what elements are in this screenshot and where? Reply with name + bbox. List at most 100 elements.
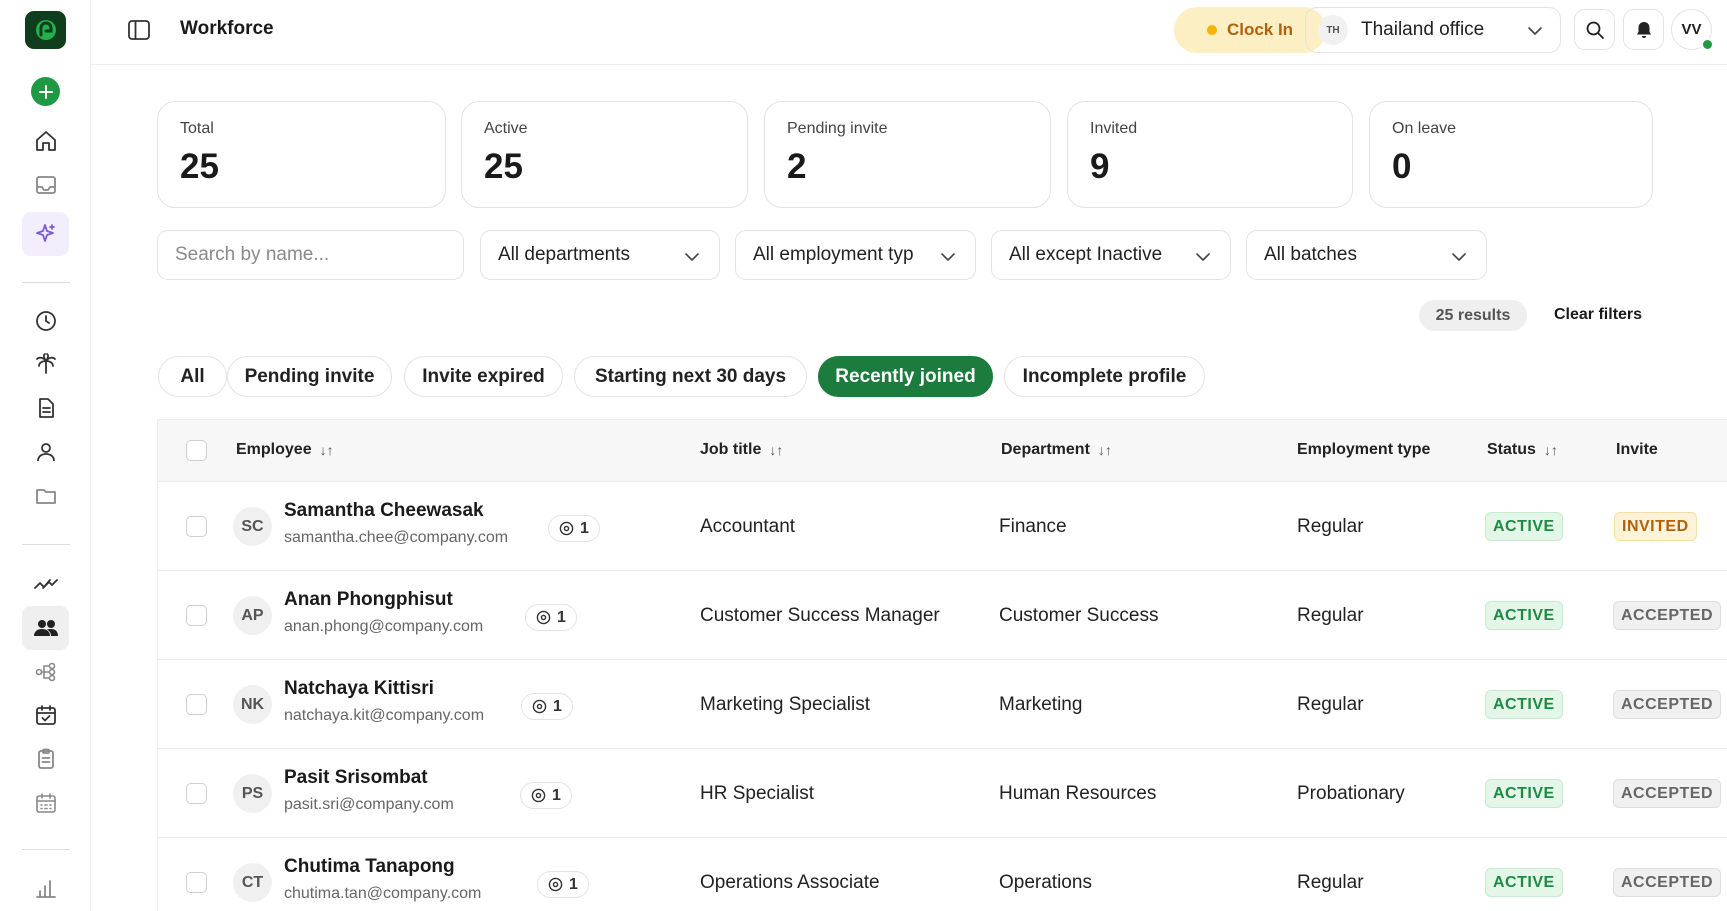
office-selector[interactable]: TH Thailand office: [1305, 7, 1561, 53]
org-chart-icon[interactable]: [22, 650, 69, 694]
batches-select[interactable]: All batches: [1246, 230, 1487, 280]
batches-select-value: All batches: [1264, 244, 1357, 265]
stat-value: 9: [1090, 147, 1110, 186]
calendar-icon[interactable]: [22, 781, 69, 825]
table-row[interactable]: SC Samantha Cheewasak samantha.chee@comp…: [158, 482, 1727, 571]
column-label: Invite: [1616, 441, 1658, 458]
eye-icon: [548, 877, 563, 892]
stat-card-total: Total 25: [157, 101, 446, 208]
status-badge: ACTIVE: [1485, 868, 1563, 897]
stat-value: 0: [1392, 147, 1412, 186]
people-icon[interactable]: [22, 606, 69, 650]
search-input[interactable]: [157, 230, 464, 280]
job-title: Customer Success Manager: [700, 605, 940, 626]
status-badge: ACTIVE: [1485, 512, 1563, 541]
views-count: 1: [569, 875, 578, 893]
column-label: Employee: [236, 441, 312, 458]
tab-starting-next-30-days[interactable]: Starting next 30 days: [574, 356, 807, 397]
sidebar-toggle-icon[interactable]: [126, 17, 152, 43]
status-badge: ACTIVE: [1485, 690, 1563, 719]
tab-pending-invite[interactable]: Pending invite: [227, 356, 392, 397]
employment-type-select[interactable]: All employment typ: [735, 230, 976, 280]
status-select[interactable]: All except Inactive: [991, 230, 1231, 280]
views-count: 1: [557, 608, 566, 626]
sidebar-divider: [22, 282, 70, 283]
avatar: CT: [233, 863, 272, 902]
stat-card-active: Active 25: [461, 101, 748, 208]
sort-icon: ↓↑: [319, 442, 334, 458]
employee-name[interactable]: Natchaya Kittisri: [284, 678, 434, 700]
column-header-employee[interactable]: Employee ↓↑: [236, 441, 334, 459]
column-header-invite: Invite: [1616, 441, 1658, 459]
employee-name[interactable]: Anan Phongphisut: [284, 589, 453, 611]
tab-invite-expired[interactable]: Invite expired: [404, 356, 563, 397]
sparkle-icon[interactable]: [22, 212, 69, 256]
sidebar-divider: [22, 849, 70, 850]
views-badge: 1: [525, 604, 577, 631]
employment-type: Probationary: [1297, 783, 1405, 804]
clipboard-icon[interactable]: [22, 737, 69, 781]
row-checkbox[interactable]: [186, 694, 207, 715]
views-badge: 1: [521, 693, 573, 720]
home-icon[interactable]: [22, 119, 69, 163]
employment-type: Regular: [1297, 516, 1364, 537]
table-row[interactable]: CT Chutima Tanapong chutima.tan@company.…: [158, 838, 1727, 911]
department: Finance: [999, 516, 1067, 537]
avatar: NK: [233, 685, 272, 724]
employee-name[interactable]: Pasit Srisombat: [284, 767, 428, 789]
calendar-check-icon[interactable]: [22, 693, 69, 737]
invite-badge: ACCEPTED: [1613, 601, 1722, 630]
app-logo[interactable]: [25, 11, 66, 49]
table-row[interactable]: NK Natchaya Kittisri natchaya.kit@compan…: [158, 660, 1727, 749]
bar-chart-icon[interactable]: [22, 866, 69, 910]
stat-card-on-leave: On leave 0: [1369, 101, 1653, 208]
row-checkbox[interactable]: [186, 605, 207, 626]
views-badge: 1: [537, 871, 589, 898]
clock-in-button[interactable]: Clock In: [1174, 7, 1326, 53]
tab-incomplete-profile[interactable]: Incomplete profile: [1004, 356, 1205, 397]
stat-label: Pending invite: [787, 120, 888, 137]
table-row[interactable]: PS Pasit Srisombat pasit.sri@company.com…: [158, 749, 1727, 838]
employee-table: Employee ↓↑ Job title ↓↑ Department ↓↑ Empl…: [157, 419, 1727, 911]
employment-type: Regular: [1297, 605, 1364, 626]
table-row[interactable]: AP Anan Phongphisut anan.phong@company.c…: [158, 571, 1727, 660]
department-select[interactable]: All departments: [480, 230, 720, 280]
department: Human Resources: [999, 783, 1157, 804]
office-code-badge: TH: [1318, 15, 1348, 45]
document-icon[interactable]: [22, 386, 69, 430]
stat-card-invited: Invited 9: [1067, 101, 1353, 208]
stat-label: Invited: [1090, 120, 1138, 137]
analytics-icon[interactable]: [22, 562, 69, 606]
table-header: Employee ↓↑ Job title ↓↑ Department ↓↑ Empl…: [158, 420, 1727, 482]
stat-value: 25: [484, 147, 523, 186]
status-badge: ACTIVE: [1485, 779, 1563, 808]
column-header-status[interactable]: Status ↓↑: [1487, 441, 1558, 459]
job-title: Marketing Specialist: [700, 694, 871, 715]
views-count: 1: [552, 786, 561, 804]
employee-name[interactable]: Samantha Cheewasak: [284, 500, 484, 522]
folder-icon[interactable]: [22, 474, 69, 518]
column-header-job-title[interactable]: Job title ↓↑: [700, 441, 783, 459]
tab-all[interactable]: All: [158, 356, 227, 397]
employee-name[interactable]: Chutima Tanapong: [284, 856, 455, 878]
palm-tree-icon[interactable]: [22, 342, 69, 386]
tab-recently-joined[interactable]: Recently joined: [818, 356, 993, 397]
column-label: Employment type: [1297, 441, 1431, 458]
row-checkbox[interactable]: [186, 872, 207, 893]
clear-filters-link[interactable]: Clear filters: [1554, 306, 1642, 324]
inbox-icon[interactable]: [22, 163, 69, 207]
clock-icon[interactable]: [22, 299, 69, 343]
column-header-department[interactable]: Department ↓↑: [1001, 441, 1112, 459]
row-checkbox[interactable]: [186, 783, 207, 804]
user-avatar[interactable]: VV: [1671, 9, 1714, 51]
notifications-button[interactable]: [1623, 9, 1664, 50]
sidebar-divider: [22, 544, 70, 545]
select-all-checkbox[interactable]: [186, 440, 207, 461]
add-icon[interactable]: [31, 77, 60, 106]
stat-card-pending-invite: Pending invite 2: [764, 101, 1051, 208]
invite-badge: ACCEPTED: [1613, 690, 1722, 719]
user-icon[interactable]: [22, 430, 69, 474]
row-checkbox[interactable]: [186, 516, 207, 537]
search-button[interactable]: [1574, 9, 1615, 50]
views-badge: 1: [548, 515, 600, 542]
